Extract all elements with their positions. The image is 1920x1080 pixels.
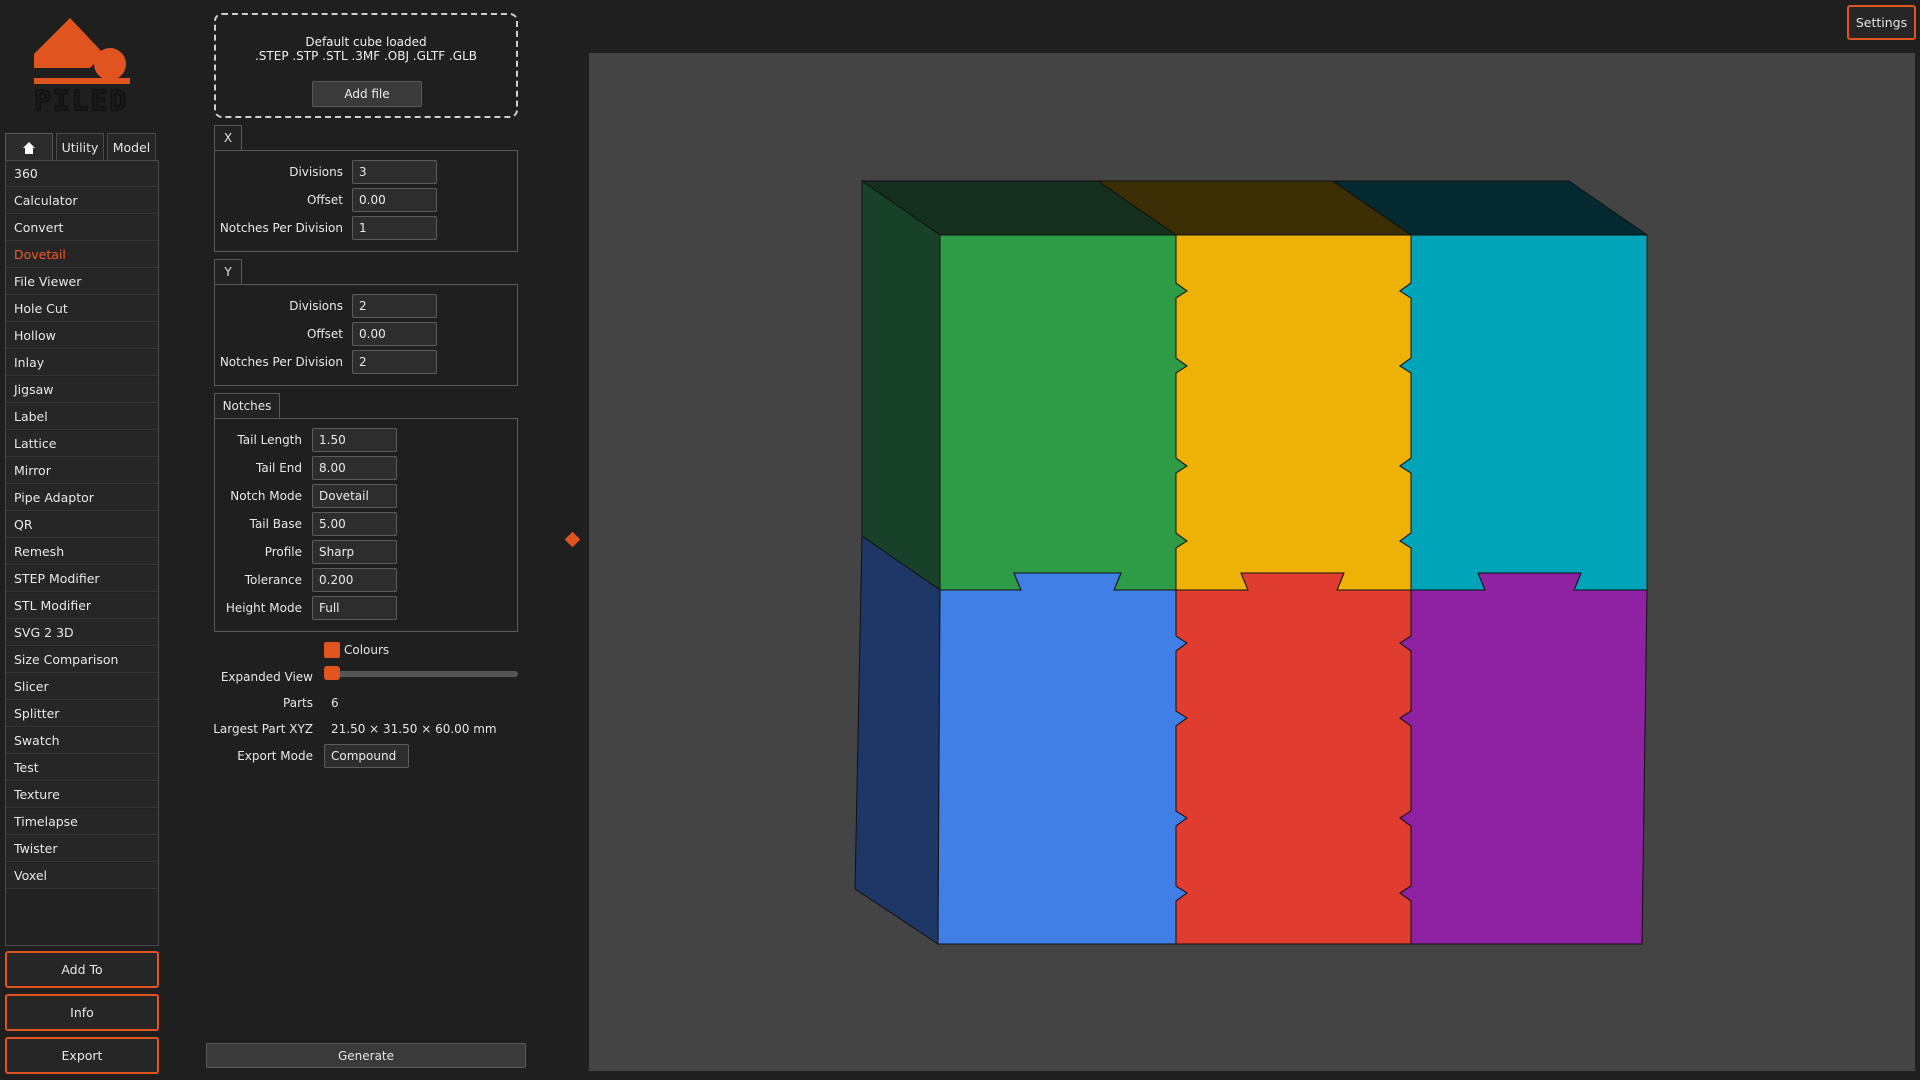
- x-offset-input[interactable]: 0.00: [352, 188, 437, 212]
- tool-item-size-comparison[interactable]: Size Comparison: [6, 647, 158, 673]
- x-offset-label: Offset: [306, 193, 343, 207]
- side-face-blue: [854, 535, 941, 945]
- tool-item-pipe-adaptor[interactable]: Pipe Adaptor: [6, 485, 158, 511]
- tool-item-splitter[interactable]: Splitter: [6, 701, 158, 727]
- tail-base-input[interactable]: 5.00: [312, 512, 397, 536]
- settings-button[interactable]: Settings: [1847, 5, 1916, 40]
- x-notches-label: Notches Per Division: [219, 221, 343, 235]
- tool-item-qr[interactable]: QR: [6, 512, 158, 538]
- add-file-button[interactable]: Add file: [312, 81, 422, 107]
- export-mode-select[interactable]: Compound: [324, 744, 409, 768]
- tool-item-hole-cut[interactable]: Hole Cut: [6, 296, 158, 322]
- y-divisions-label: Divisions: [289, 299, 343, 313]
- y-group: Divisions 2 Offset 0.00 Notches Per Divi…: [214, 284, 518, 386]
- part-yellow: [1175, 234, 1412, 591]
- tool-item-inlay[interactable]: Inlay: [6, 350, 158, 376]
- tail-length-label: Tail Length: [237, 433, 302, 447]
- tool-item-step-modifier[interactable]: STEP Modifier: [6, 566, 158, 592]
- tool-item-mirror[interactable]: Mirror: [6, 458, 158, 484]
- expanded-view-label: Expanded View: [220, 670, 313, 684]
- tool-item-test[interactable]: Test: [6, 755, 158, 781]
- expanded-view-slider-handle[interactable]: [324, 666, 340, 680]
- y-divisions-input[interactable]: 2: [352, 294, 437, 318]
- panel-collapse-icon[interactable]: [564, 531, 581, 548]
- tool-item-dovetail[interactable]: Dovetail: [6, 242, 158, 268]
- x-divisions-input[interactable]: 3: [352, 160, 437, 184]
- profile-select[interactable]: Sharp: [312, 540, 397, 564]
- y-notches-input[interactable]: 2: [352, 350, 437, 374]
- tool-item-lattice[interactable]: Lattice: [6, 431, 158, 457]
- largest-part-label: Largest Part XYZ: [213, 722, 313, 736]
- info-button[interactable]: Info: [5, 994, 159, 1031]
- tail-length-input[interactable]: 1.50: [312, 428, 397, 452]
- side-face-green: [861, 180, 941, 591]
- y-offset-label: Offset: [306, 327, 343, 341]
- x-divisions-label: Divisions: [289, 165, 343, 179]
- dropzone-formats: .STEP .STP .STL .3MF .OBJ .GLTF .GLB: [254, 49, 478, 63]
- tail-end-label: Tail End: [256, 461, 302, 475]
- tool-item-360[interactable]: 360: [6, 161, 158, 187]
- tool-item-voxel[interactable]: Voxel: [6, 863, 158, 889]
- notch-mode-label: Notch Mode: [230, 489, 302, 503]
- notches-group: Tail Length 1.50 Tail End 8.00 Notch Mod…: [214, 418, 518, 632]
- parts-label: Parts: [283, 696, 313, 710]
- generate-button[interactable]: Generate: [206, 1043, 526, 1068]
- parts-value: 6: [331, 696, 339, 710]
- tool-item-calculator[interactable]: Calculator: [6, 188, 158, 214]
- y-group-tab[interactable]: Y: [214, 259, 242, 284]
- profile-label: Profile: [264, 545, 302, 559]
- tool-item-convert[interactable]: Convert: [6, 215, 158, 241]
- notch-mode-select[interactable]: Dovetail: [312, 484, 397, 508]
- model-render: [854, 180, 1649, 945]
- part-cyan: [1399, 234, 1648, 591]
- y-offset-input[interactable]: 0.00: [352, 322, 437, 346]
- part-green: [939, 234, 1188, 591]
- logo-text: PILED: [33, 83, 129, 118]
- colours-label: Colours: [344, 643, 390, 657]
- y-notches-label: Notches Per Division: [219, 355, 343, 369]
- export-mode-label: Export Mode: [237, 749, 313, 763]
- x-group-tab[interactable]: X: [214, 125, 242, 150]
- tool-item-twister[interactable]: Twister: [6, 836, 158, 862]
- dropzone-status: Default cube loaded: [305, 35, 427, 49]
- expanded-view-slider[interactable]: [324, 671, 518, 677]
- colours-checkbox[interactable]: [324, 642, 340, 658]
- tool-item-remesh[interactable]: Remesh: [6, 539, 158, 565]
- file-drop-zone[interactable]: Default cube loaded .STEP .STP .STL .3MF…: [214, 13, 518, 118]
- tool-item-file-viewer[interactable]: File Viewer: [6, 269, 158, 295]
- 3d-viewport[interactable]: [589, 53, 1915, 1071]
- tolerance-label: Tolerance: [244, 573, 302, 587]
- tool-item-slicer[interactable]: Slicer: [6, 674, 158, 700]
- home-icon: [23, 141, 35, 154]
- export-button[interactable]: Export: [5, 1037, 159, 1074]
- tail-base-label: Tail Base: [249, 517, 302, 531]
- largest-part-value: 21.50 × 31.50 × 60.00 mm: [331, 722, 497, 736]
- tool-item-jigsaw[interactable]: Jigsaw: [6, 377, 158, 403]
- part-red: [1175, 572, 1412, 945]
- tab-home[interactable]: [5, 133, 53, 161]
- tool-item-swatch[interactable]: Swatch: [6, 728, 158, 754]
- tolerance-input[interactable]: 0.200: [312, 568, 397, 592]
- tool-item-label[interactable]: Label: [6, 404, 158, 430]
- tool-list[interactable]: 360 Calculator Convert Dovetail File Viewer H…: [5, 160, 159, 946]
- add-to-button[interactable]: Add To: [5, 951, 159, 988]
- tail-end-input[interactable]: 8.00: [312, 456, 397, 480]
- x-notches-input[interactable]: 1: [352, 216, 437, 240]
- tool-item-texture[interactable]: Texture: [6, 782, 158, 808]
- tool-item-timelapse[interactable]: Timelapse: [6, 809, 158, 835]
- part-purple: [1399, 572, 1648, 945]
- tab-utility[interactable]: Utility: [56, 133, 104, 161]
- height-mode-label: Height Mode: [225, 601, 302, 615]
- tool-item-hollow[interactable]: Hollow: [6, 323, 158, 349]
- x-group: Divisions 3 Offset 0.00 Notches Per Divi…: [214, 150, 518, 252]
- notches-group-tab[interactable]: Notches: [214, 393, 280, 418]
- tool-item-svg-2-3d[interactable]: SVG 2 3D: [6, 620, 158, 646]
- piled-logo: PILED: [30, 14, 138, 118]
- part-blue: [937, 572, 1188, 945]
- tab-model[interactable]: Model: [107, 133, 156, 161]
- tool-item-stl-modifier[interactable]: STL Modifier: [6, 593, 158, 619]
- height-mode-select[interactable]: Full: [312, 596, 397, 620]
